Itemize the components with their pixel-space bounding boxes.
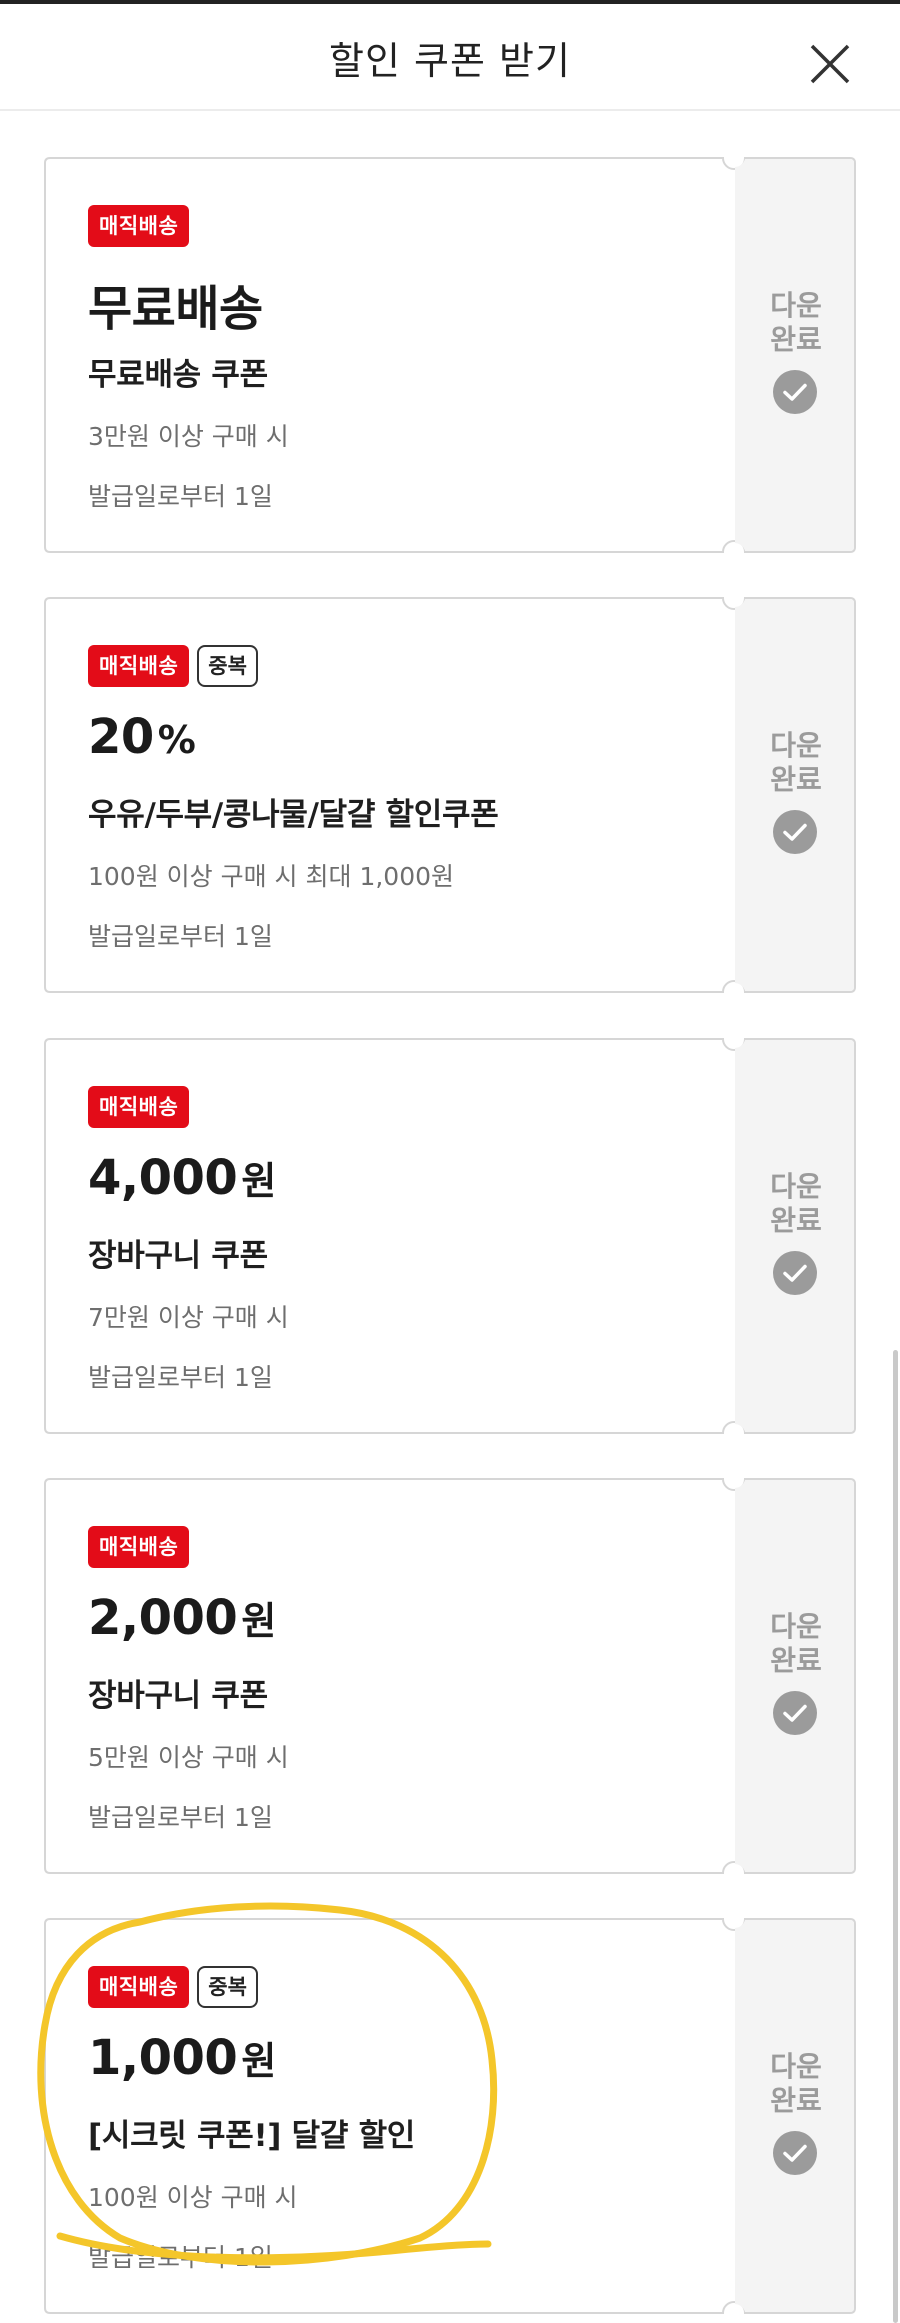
download-complete-label: 다운 완료 bbox=[770, 289, 822, 356]
download-status-button[interactable]: 다운 완료 bbox=[736, 1918, 856, 2314]
coupon-validity: 발급일로부터 1일 bbox=[88, 922, 273, 951]
download-status-button[interactable]: 다운 완료 bbox=[736, 157, 856, 553]
duplicate-badge: 중복 bbox=[197, 645, 258, 687]
check-circle-icon bbox=[773, 810, 817, 854]
amount-value: 20 bbox=[88, 709, 154, 765]
magic-delivery-badge: 매직배송 bbox=[88, 1526, 190, 1568]
amount-value: 무료배송 bbox=[88, 281, 263, 337]
badge-group: 매직배송 bbox=[88, 205, 190, 247]
download-status-button[interactable]: 다운 완료 bbox=[736, 1478, 856, 1874]
coupon-name: 우유/두부/콩나물/달걀 할인쿠폰 bbox=[88, 797, 499, 833]
coupon-condition: 7만원 이상 구매 시 bbox=[88, 1303, 289, 1332]
badge-group: 매직배송 중복 bbox=[88, 1966, 258, 2008]
amount-unit: % bbox=[157, 718, 196, 762]
coupon-info: 매직배송 4,000 원 장바구니 쿠폰 7만원 이상 구매 시 발급일로부터 1… bbox=[44, 1038, 734, 1434]
amount-value: 2,000 bbox=[88, 1590, 238, 1646]
close-button[interactable] bbox=[800, 34, 860, 94]
coupon-info: 매직배송 무료배송 무료배송 쿠폰 3만원 이상 구매 시 발급일로부터 1일 bbox=[44, 157, 734, 553]
magic-delivery-badge: 매직배송 bbox=[88, 1966, 190, 2008]
coupon-card: 매직배송 중복 1,000 원 [시크릿 쿠폰!] 달걀 할인 100원 이상 구매… bbox=[44, 1918, 856, 2314]
close-icon bbox=[810, 44, 850, 84]
download-status-button[interactable]: 다운 완료 bbox=[736, 597, 856, 993]
coupon-info: 매직배송 2,000 원 장바구니 쿠폰 5만원 이상 구매 시 발급일로부터 1… bbox=[44, 1478, 734, 1874]
coupon-card: 매직배송 4,000 원 장바구니 쿠폰 7만원 이상 구매 시 발급일로부터 1… bbox=[44, 1038, 856, 1434]
check-circle-icon bbox=[773, 1691, 817, 1735]
download-complete-label: 다운 완료 bbox=[770, 1610, 822, 1677]
amount-value: 1,000 bbox=[88, 2030, 238, 2086]
coupon-amount: 20% bbox=[88, 709, 196, 765]
coupon-card: 매직배송 무료배송 무료배송 쿠폰 3만원 이상 구매 시 발급일로부터 1일 … bbox=[44, 157, 856, 553]
badge-group: 매직배송 bbox=[88, 1526, 190, 1568]
coupon-name: 장바구니 쿠폰 bbox=[88, 1238, 268, 1274]
coupon-card: 매직배송 중복 20% 우유/두부/콩나물/달걀 할인쿠폰 100원 이상 구매 … bbox=[44, 597, 856, 993]
magic-delivery-badge: 매직배송 bbox=[88, 645, 190, 687]
coupon-amount: 무료배송 bbox=[88, 269, 267, 339]
scrollbar[interactable] bbox=[893, 1350, 898, 2323]
amount-value: 4,000 bbox=[88, 1150, 238, 1206]
magic-delivery-badge: 매직배송 bbox=[88, 1086, 190, 1128]
coupon-validity: 발급일로부터 1일 bbox=[88, 482, 273, 511]
coupon-condition: 5만원 이상 구매 시 bbox=[88, 1743, 289, 1772]
coupon-amount: 2,000 원 bbox=[88, 1590, 276, 1646]
duplicate-badge: 중복 bbox=[197, 1966, 258, 2008]
download-complete-label: 다운 완료 bbox=[770, 2050, 822, 2117]
coupon-amount: 1,000 원 bbox=[88, 2030, 276, 2086]
amount-unit: 원 bbox=[241, 1599, 276, 1643]
download-complete-label: 다운 완료 bbox=[770, 729, 822, 796]
coupon-validity: 발급일로부터 1일 bbox=[88, 1363, 273, 1392]
coupon-condition: 100원 이상 구매 시 bbox=[88, 2183, 298, 2212]
amount-unit: 원 bbox=[241, 2039, 276, 2083]
check-circle-icon bbox=[773, 370, 817, 414]
check-circle-icon bbox=[773, 2131, 817, 2175]
download-status-button[interactable]: 다운 완료 bbox=[736, 1038, 856, 1434]
coupon-condition: 3만원 이상 구매 시 bbox=[88, 422, 289, 451]
coupon-name: [시크릿 쿠폰!] 달걀 할인 bbox=[88, 2118, 416, 2154]
badge-group: 매직배송 bbox=[88, 1086, 190, 1128]
header: 할인 쿠폰 받기 bbox=[0, 4, 900, 111]
badge-group: 매직배송 중복 bbox=[88, 645, 258, 687]
page-title: 할인 쿠폰 받기 bbox=[329, 39, 571, 83]
coupon-name: 장바구니 쿠폰 bbox=[88, 1678, 268, 1714]
coupon-validity: 발급일로부터 1일 bbox=[88, 1803, 273, 1832]
coupon-info: 매직배송 중복 1,000 원 [시크릿 쿠폰!] 달걀 할인 100원 이상 구매… bbox=[44, 1918, 734, 2314]
coupon-info: 매직배송 중복 20% 우유/두부/콩나물/달걀 할인쿠폰 100원 이상 구매 … bbox=[44, 597, 734, 993]
coupon-validity: 발급일로부터 1일 bbox=[88, 2243, 273, 2272]
amount-unit: 원 bbox=[241, 1159, 276, 1203]
coupon-amount: 4,000 원 bbox=[88, 1150, 276, 1206]
download-complete-label: 다운 완료 bbox=[770, 1170, 822, 1237]
coupon-condition: 100원 이상 구매 시 최대 1,000원 bbox=[88, 862, 455, 891]
coupon-card: 매직배송 2,000 원 장바구니 쿠폰 5만원 이상 구매 시 발급일로부터 1… bbox=[44, 1478, 856, 1874]
check-circle-icon bbox=[773, 1251, 817, 1295]
magic-delivery-badge: 매직배송 bbox=[88, 205, 190, 247]
coupon-name: 무료배송 쿠폰 bbox=[88, 357, 268, 393]
